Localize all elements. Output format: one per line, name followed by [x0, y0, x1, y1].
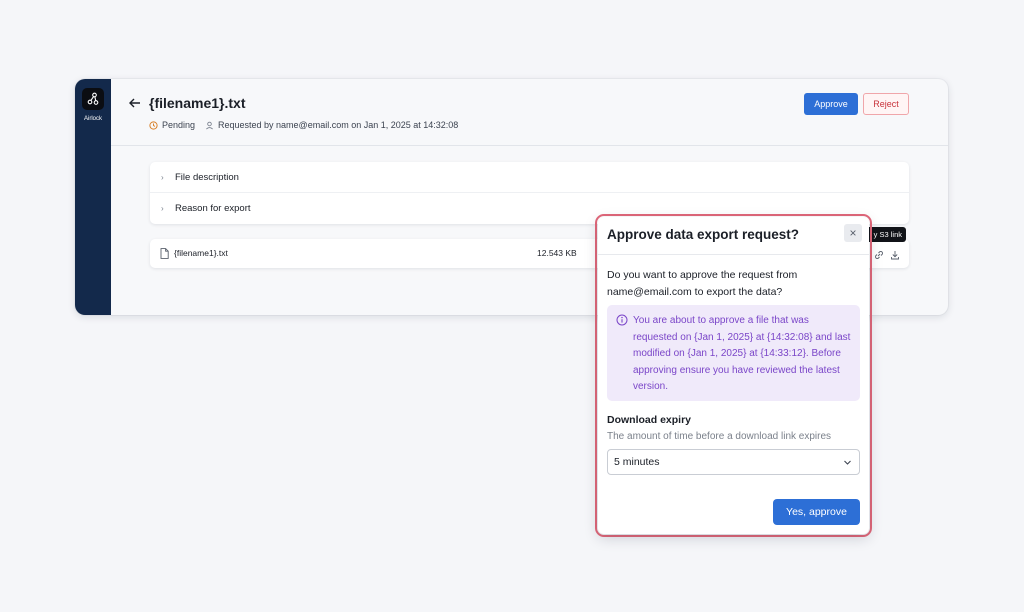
- file-size: 12.543 KB: [537, 248, 577, 258]
- file-icon: [160, 248, 169, 259]
- yes-approve-button[interactable]: Yes, approve: [773, 499, 860, 525]
- expiry-hint: The amount of time before a download lin…: [607, 431, 832, 442]
- status-indicator: Pending: [149, 120, 195, 130]
- download-icon[interactable]: [889, 249, 901, 261]
- close-icon[interactable]: ×: [844, 224, 862, 242]
- dialog-title: Approve data export request?: [607, 227, 800, 242]
- link-icon[interactable]: [873, 249, 885, 261]
- header-divider: [111, 145, 948, 146]
- page-title: {filename1}.txt: [149, 95, 246, 111]
- expiry-label: Download expiry: [607, 414, 692, 426]
- chevron-right-icon: ›: [161, 204, 164, 213]
- info-icon: [616, 314, 628, 326]
- logo-label: Airlock: [83, 116, 102, 122]
- chevron-down-icon: [844, 460, 851, 465]
- approve-dialog: Approve data export request? × Do you wa…: [598, 217, 869, 534]
- info-text: You are about to approve a file that was…: [633, 315, 851, 392]
- dialog-divider: [598, 254, 869, 255]
- chevron-right-icon: ›: [161, 172, 164, 182]
- back-arrow-icon[interactable]: [128, 96, 142, 110]
- accordion-label: File description: [175, 171, 239, 183]
- requested-text: Requested by name@email.com on Jan 1, 20…: [218, 120, 459, 130]
- expiry-select-value: 5 minutes: [614, 456, 660, 468]
- approve-button[interactable]: Approve: [804, 93, 858, 115]
- airlock-logo-icon[interactable]: [82, 88, 104, 110]
- accordion-file-description[interactable]: › File description: [150, 162, 909, 193]
- tooltip-text: y S3 link: [873, 230, 902, 239]
- accordion-label: Reason for export: [175, 203, 251, 214]
- status-text: Pending: [162, 120, 196, 130]
- sidebar: Airlock: [75, 79, 111, 315]
- info-callout: You are about to approve a file that was…: [607, 305, 860, 401]
- expiry-select[interactable]: 5 minutes: [607, 449, 860, 475]
- requested-info: Requested by name@email.com on Jan 1, 20…: [205, 120, 458, 130]
- file-name: {filename1}.txt: [174, 248, 228, 258]
- dialog-question: Do you want to approve the request from …: [607, 269, 798, 298]
- reject-button[interactable]: Reject: [863, 93, 909, 115]
- clock-icon: [149, 120, 158, 130]
- user-icon: [206, 121, 213, 129]
